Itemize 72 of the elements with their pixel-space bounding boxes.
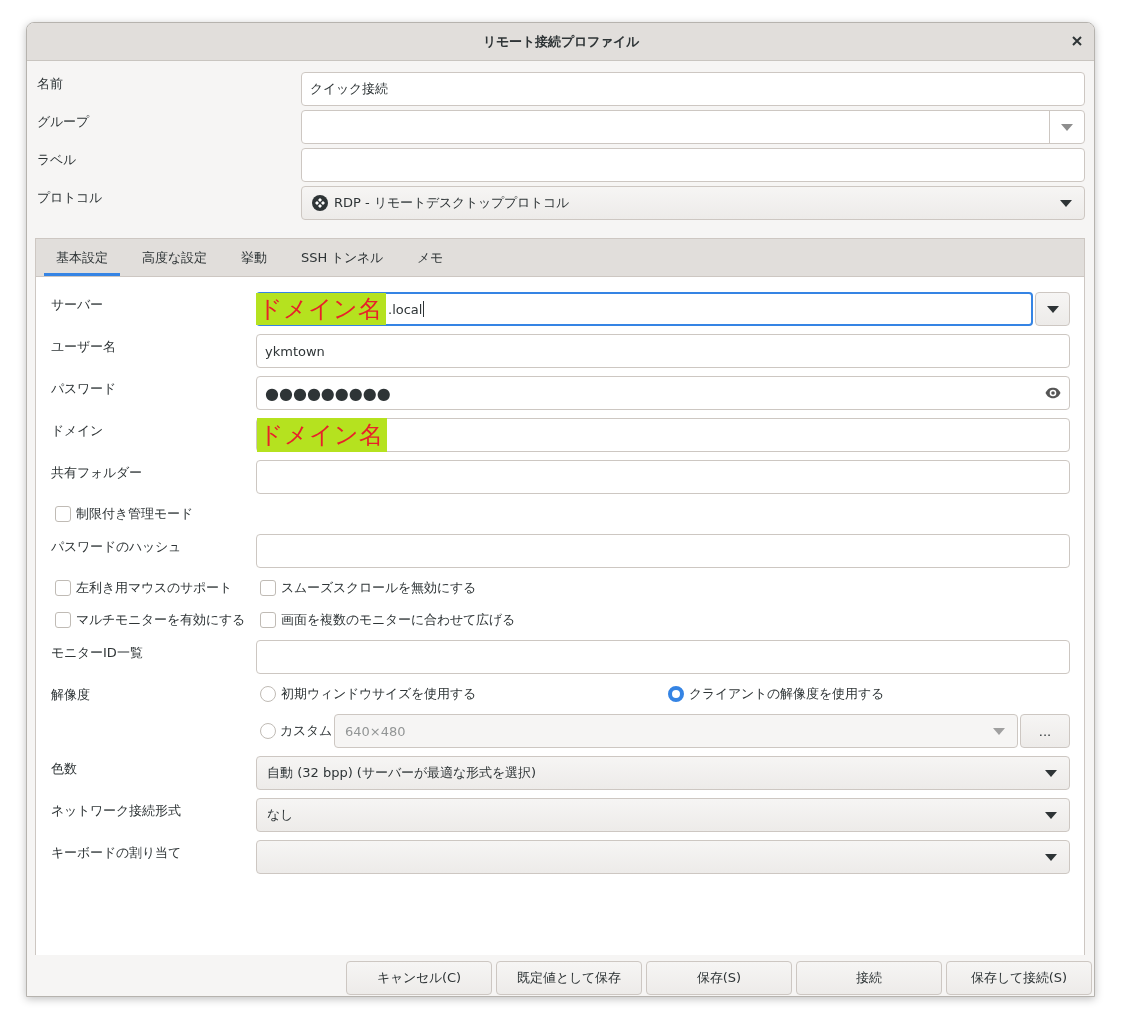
- caret-icon: [993, 727, 1005, 735]
- eye-icon[interactable]: [1045, 387, 1061, 399]
- field-label: パスワード: [51, 380, 117, 398]
- dropdown[interactable]: なし: [256, 798, 1070, 832]
- tab[interactable]: SSH トンネル: [289, 239, 396, 276]
- field-label: モニターID一覧: [51, 644, 144, 662]
- field-label: ラベル: [37, 151, 77, 169]
- checkbox-option[interactable]: 画面を複数のモニターに合わせて広げる: [260, 611, 515, 629]
- dialog-button[interactable]: キャンセル(C): [346, 961, 492, 995]
- redaction-label: ドメイン名: [256, 293, 386, 325]
- field-label: グループ: [37, 113, 91, 131]
- checkbox-option[interactable]: 制限付き管理モード: [55, 505, 260, 523]
- field-value: ykmtown: [265, 343, 325, 359]
- combo-field[interactable]: [301, 110, 1085, 144]
- radio-button[interactable]: [668, 686, 684, 702]
- checkbox[interactable]: [55, 506, 71, 522]
- radio-button[interactable]: [260, 686, 276, 702]
- field-label: 共有フォルダー: [51, 464, 143, 482]
- field-label: 解像度: [51, 686, 91, 704]
- checkbox[interactable]: [55, 580, 71, 596]
- input-field[interactable]: [256, 460, 1070, 494]
- checkbox[interactable]: [260, 612, 276, 628]
- field-label: ユーザー名: [51, 338, 117, 356]
- caret-icon: [1060, 199, 1072, 207]
- checkbox-option[interactable]: マルチモニターを有効にする: [55, 611, 260, 629]
- field-label: 色数: [51, 760, 78, 778]
- caret-icon: [1045, 769, 1057, 777]
- tab[interactable]: 挙動: [229, 239, 279, 276]
- checkbox-option[interactable]: 左利き用マウスのサポート: [55, 579, 260, 597]
- password-field[interactable]: ●●●●●●●●●: [256, 376, 1070, 410]
- input-field[interactable]: クイック接続: [301, 72, 1085, 106]
- dropdown-button[interactable]: [1035, 292, 1070, 326]
- dropdown[interactable]: RDP - リモートデスクトッププロトコル: [301, 186, 1085, 220]
- input-field[interactable]: ykmtown: [256, 334, 1070, 368]
- checkbox[interactable]: [55, 612, 71, 628]
- radio-option[interactable]: クライアントの解像度を使用する: [668, 685, 1070, 703]
- tab[interactable]: 基本設定: [44, 239, 120, 276]
- dropdown[interactable]: [256, 840, 1070, 874]
- field-label: プロトコル: [37, 189, 103, 207]
- checkbox[interactable]: [260, 580, 276, 596]
- field-label: ドメイン: [51, 422, 104, 440]
- redaction-label: ドメイン名: [257, 418, 387, 452]
- field-label: ネットワーク接続形式: [51, 802, 182, 820]
- input-field[interactable]: [256, 534, 1070, 568]
- field-value: .local: [388, 301, 423, 317]
- caret-icon: [1046, 305, 1059, 313]
- checkbox-option[interactable]: スムーズスクロールを無効にする: [260, 579, 476, 597]
- input-field[interactable]: [256, 640, 1070, 674]
- tab[interactable]: メモ: [405, 239, 456, 276]
- field-label: 名前: [37, 75, 64, 93]
- network-icon: [312, 195, 328, 211]
- dropdown[interactable]: 自動 (32 bpp) (サーバーが最適な形式を選択): [256, 756, 1070, 790]
- radio-option[interactable]: カスタム: [260, 722, 332, 740]
- field-label: キーボードの割り当て: [51, 844, 182, 862]
- field-value: ●●●●●●●●●: [265, 383, 392, 403]
- tab[interactable]: 高度な設定: [130, 239, 219, 276]
- caret-icon: [1045, 853, 1057, 861]
- dialog-button[interactable]: 既定値として保存: [496, 961, 642, 995]
- caret-icon: [1061, 123, 1073, 131]
- field-label: パスワードのハッシュ: [51, 538, 182, 556]
- field-label: サーバー: [51, 296, 104, 314]
- input-field[interactable]: ドメイン名 .local: [256, 292, 1033, 326]
- window-title: リモート接続プロファイル: [482, 32, 639, 51]
- dialog-button[interactable]: 保存して接続(S): [946, 961, 1092, 995]
- dialog-button[interactable]: 保存(S): [646, 961, 792, 995]
- radio-option[interactable]: 初期ウィンドウサイズを使用する: [260, 685, 668, 703]
- radio-button[interactable]: [260, 723, 276, 739]
- input-field[interactable]: [301, 148, 1085, 182]
- caret-icon: [1045, 811, 1057, 819]
- more-button[interactable]: ...: [1020, 714, 1070, 748]
- close-icon[interactable]: [1072, 36, 1082, 46]
- dialog-button[interactable]: 接続: [796, 961, 942, 995]
